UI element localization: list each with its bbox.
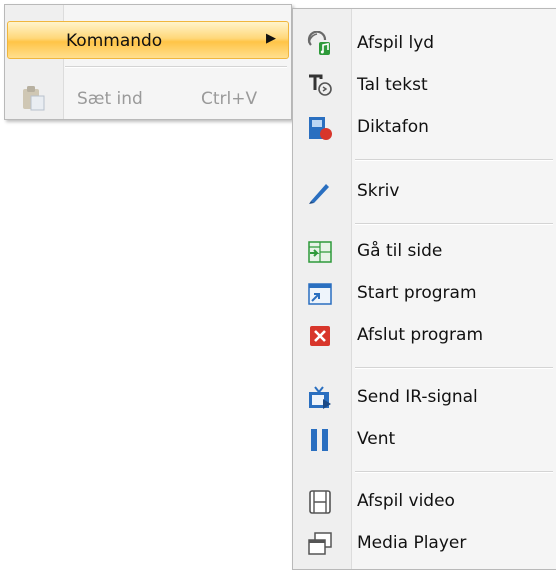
submenu-arrow-icon: ▶ — [266, 31, 276, 46]
submenu-separator-2 — [355, 223, 553, 225]
submenu-item-ir-signal[interactable]: Send IR-signal — [295, 377, 555, 417]
submenu-item-wait-label: Vent — [357, 429, 396, 449]
menu-item-paste[interactable]: Sæt ind Ctrl+V — [7, 79, 289, 119]
submenu-item-dictaphone[interactable]: Diktafon — [295, 107, 555, 147]
submenu-item-close-program-label: Afslut program — [357, 325, 483, 345]
submenu-item-close-program[interactable]: Afslut program — [295, 315, 555, 355]
pause-icon — [307, 427, 333, 453]
film-icon — [307, 489, 333, 515]
submenu-item-play-video[interactable]: Afspil video — [295, 481, 555, 521]
ir-signal-icon — [307, 385, 333, 411]
submenu-item-write[interactable]: Skriv — [295, 171, 555, 211]
submenu-item-play-video-label: Afspil video — [357, 491, 455, 511]
paste-icon — [21, 84, 47, 111]
submenu-item-play-sound[interactable]: Afspil lyd — [295, 23, 555, 63]
submenu-separator-4 — [355, 471, 553, 473]
speak-text-icon — [307, 73, 333, 99]
submenu-kommando: Afspil lyd Tal tekst Diktafon Skriv Gå t… — [292, 8, 556, 570]
submenu-item-wait[interactable]: Vent — [295, 419, 555, 459]
menu-item-kommando-label: Kommando — [66, 31, 163, 51]
context-menu: Kommando ▶ Sæt ind Ctrl+V — [4, 4, 292, 120]
menu-item-paste-shortcut: Ctrl+V — [201, 89, 258, 109]
media-player-icon — [307, 531, 333, 557]
submenu-item-start-program-label: Start program — [357, 283, 477, 303]
goto-page-icon — [307, 239, 333, 265]
submenu-item-play-sound-label: Afspil lyd — [357, 33, 435, 53]
start-program-icon — [307, 281, 333, 307]
submenu-separator-3 — [355, 367, 553, 369]
submenu-item-speak-text-label: Tal tekst — [357, 75, 428, 95]
pen-icon — [307, 179, 333, 205]
submenu-item-media-player[interactable]: Media Player — [295, 523, 555, 563]
play-sound-icon — [307, 31, 333, 57]
submenu-item-media-player-label: Media Player — [357, 533, 467, 553]
menu-item-paste-label: Sæt ind — [77, 89, 143, 109]
submenu-item-goto-page-label: Gå til side — [357, 241, 443, 261]
submenu-item-start-program[interactable]: Start program — [295, 273, 555, 313]
submenu-item-goto-page[interactable]: Gå til side — [295, 231, 555, 271]
menu-separator — [65, 66, 287, 68]
menu-item-kommando[interactable]: Kommando ▶ — [7, 21, 289, 59]
dictaphone-icon — [307, 115, 333, 141]
close-program-icon — [307, 323, 333, 349]
submenu-item-dictaphone-label: Diktafon — [357, 117, 429, 137]
submenu-item-speak-text[interactable]: Tal tekst — [295, 65, 555, 105]
submenu-separator-1 — [355, 159, 553, 161]
submenu-item-ir-signal-label: Send IR-signal — [357, 387, 478, 407]
submenu-item-write-label: Skriv — [357, 181, 400, 201]
